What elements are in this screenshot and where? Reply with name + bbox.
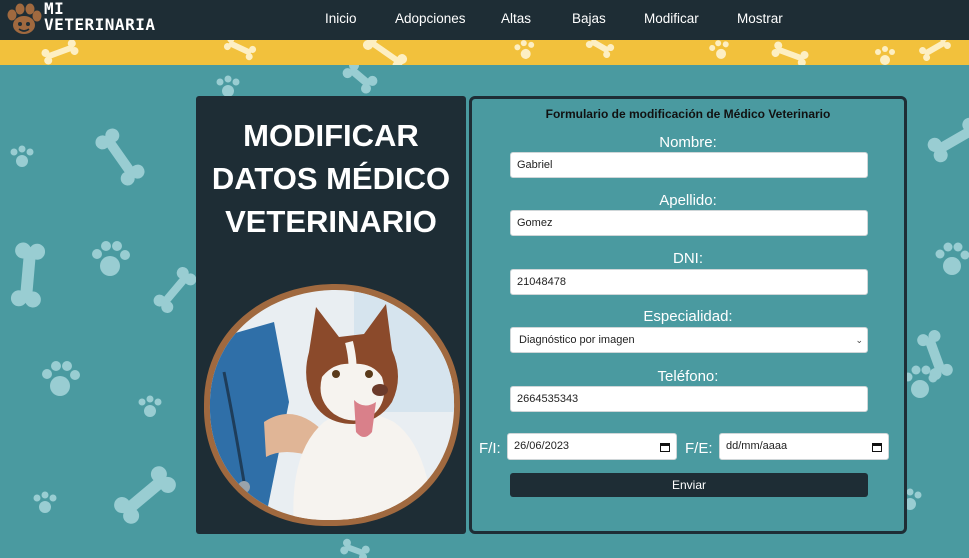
navbar: MI VETERINARIA Inicio Adopciones Altas B… xyxy=(0,0,969,40)
edit-vet-form: Formulario de modificación de Médico Vet… xyxy=(469,96,907,534)
title-line2: DATOS MÉDICO xyxy=(211,161,451,196)
form-heading: Formulario de modificación de Médico Vet… xyxy=(545,107,831,121)
nombre-label: Nombre: xyxy=(659,134,717,151)
nav-link-altas[interactable]: Altas xyxy=(501,11,531,26)
apellido-input[interactable]: Gomez xyxy=(510,210,868,236)
calendar-icon[interactable] xyxy=(660,442,670,452)
dni-label: DNI: xyxy=(673,250,703,267)
submit-button[interactable]: Enviar xyxy=(510,473,868,497)
fecha-ingreso-input[interactable]: 26/06/2023 xyxy=(507,433,677,460)
especialidad-selected: Diagnóstico por imagen xyxy=(519,334,635,346)
decorative-band xyxy=(0,40,969,65)
title-line1: MODIFICAR xyxy=(243,118,419,153)
nav-link-modificar[interactable]: Modificar xyxy=(644,11,699,26)
fecha-egreso-label: F/E: xyxy=(685,440,713,457)
apellido-label: Apellido: xyxy=(659,192,717,209)
especialidad-select[interactable]: Diagnóstico por imagen ⌄ xyxy=(510,327,868,353)
husky-vet-photo xyxy=(204,283,460,526)
dni-input[interactable]: 21048478 xyxy=(510,269,868,295)
fecha-ingreso-value: 26/06/2023 xyxy=(514,440,570,452)
nav-link-bajas[interactable]: Bajas xyxy=(572,11,606,26)
nav-link-mostrar[interactable]: Mostrar xyxy=(737,11,783,26)
telefono-label: Teléfono: xyxy=(657,368,719,385)
page-title: MODIFICAR DATOS MÉDICO VETERINARIO xyxy=(196,114,466,243)
bone-pattern-icon xyxy=(41,40,951,65)
nombre-input[interactable]: Gabriel xyxy=(510,152,868,178)
nav-link-adopciones[interactable]: Adopciones xyxy=(395,11,466,26)
nav-link-inicio[interactable]: Inicio xyxy=(325,11,357,26)
title-line3: VETERINARIO xyxy=(225,204,437,239)
especialidad-label: Especialidad: xyxy=(643,308,733,325)
telefono-input[interactable]: 2664535343 xyxy=(510,386,868,412)
calendar-icon[interactable] xyxy=(872,442,882,452)
fecha-ingreso-label: F/I: xyxy=(479,440,501,457)
fecha-egreso-value: dd/mm/aaaa xyxy=(726,440,788,452)
chevron-down-icon: ⌄ xyxy=(855,335,863,345)
nav-links: Inicio Adopciones Altas Bajas Modificar … xyxy=(0,0,969,40)
fecha-egreso-input[interactable]: dd/mm/aaaa xyxy=(719,433,889,460)
hero-panel: MODIFICAR DATOS MÉDICO VETERINARIO xyxy=(196,96,466,534)
